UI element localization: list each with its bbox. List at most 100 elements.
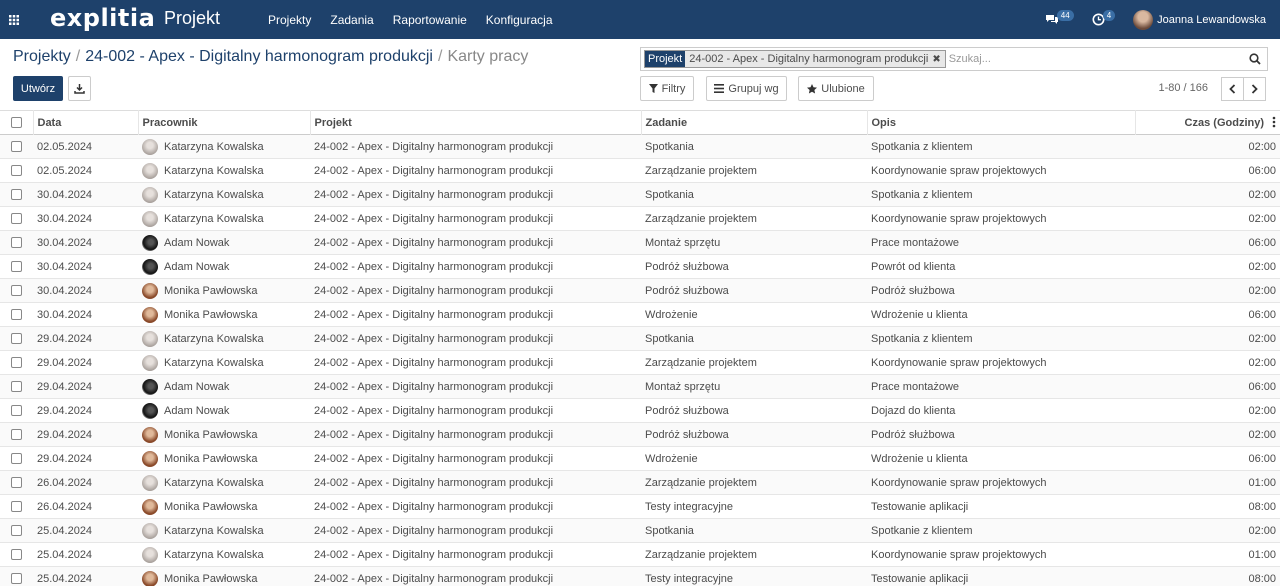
cell-hours: 02:00 (1248, 188, 1276, 201)
create-button[interactable]: Utwórz (13, 76, 63, 101)
cell-hours: 06:00 (1248, 236, 1276, 249)
column-header-hours[interactable]: Czas (Godziny) (1134, 110, 1280, 135)
menu-item-projekty[interactable]: Projekty (268, 13, 311, 27)
row-checkbox[interactable] (11, 405, 22, 417)
table-row[interactable]: 25.04.2024 Katarzyna Kowalska 24-002 - Ape… (0, 518, 1280, 543)
table-row[interactable]: 29.04.2024 Monika Pawłowska 24-002 - Apex … (0, 447, 1280, 471)
brand-logo[interactable]: explitia (50, 4, 155, 32)
column-header-project[interactable]: Projekt (309, 110, 641, 135)
row-checkbox[interactable] (11, 357, 22, 369)
table-row[interactable]: 29.04.2024 Adam Nowak 24-002 - Apex - Digi… (0, 374, 1280, 399)
menu-item-raportowanie[interactable]: Raportowanie (393, 13, 467, 27)
cell-project: 24-002 - Apex - Digitalny harmonogram pr… (314, 188, 554, 201)
cell-project: 24-002 - Apex - Digitalny harmonogram pr… (314, 548, 554, 561)
activities-button[interactable]: 4 (1092, 10, 1116, 26)
filters-button[interactable]: Filtry (640, 76, 694, 101)
cell-hours: 02:00 (1248, 332, 1276, 345)
cell-employee: Katarzyna Kowalska (138, 543, 310, 567)
breadcrumb-project[interactable]: 24-002 - Apex - Digitalny harmonogram pr… (85, 48, 433, 66)
row-checkbox[interactable] (11, 477, 22, 489)
pager-next-button[interactable] (1243, 77, 1266, 101)
employee-info: Katarzyna Kowalska (142, 330, 306, 347)
pager-previous-button[interactable] (1221, 77, 1244, 101)
column-header-employee[interactable]: Pracownik (137, 110, 310, 135)
table-row[interactable]: 30.04.2024 Monika Pawłowska 24-002 - Apex … (0, 303, 1280, 327)
row-select-cell (0, 543, 33, 567)
table-row[interactable]: 25.04.2024 Katarzyna Kowalska 24-002 - Ape… (0, 543, 1280, 567)
employee-name: Katarzyna Kowalska (164, 524, 264, 537)
pager-value[interactable]: 1-80 / 166 (1158, 82, 1208, 94)
row-checkbox[interactable] (11, 189, 22, 201)
menu-item-konfiguracja[interactable]: Konfiguracja (486, 13, 553, 27)
row-checkbox[interactable] (11, 165, 22, 177)
cell-task: Zarządzanie projektem (645, 212, 757, 225)
table-row[interactable]: 30.04.2024 Adam Nowak 24-002 - Apex - Digi… (0, 230, 1280, 255)
cell-employee: Monika Pawłowska (138, 279, 310, 303)
cell-description: Powrót od klienta (871, 260, 956, 273)
employee-info: Katarzyna Kowalska (142, 474, 306, 491)
table-row[interactable]: 26.04.2024 Monika Pawłowska 24-002 - Apex … (0, 495, 1280, 519)
facet-remove-icon[interactable]: ✖ (932, 51, 945, 67)
top-navbar: explitia Projekt Projekty Zadania Raport… (0, 0, 1280, 39)
row-checkbox[interactable] (11, 141, 22, 153)
column-header-description[interactable]: Opis (866, 110, 1135, 135)
column-header-task[interactable]: Zadanie (640, 110, 867, 135)
user-menu[interactable]: Joanna Lewandowska (1133, 9, 1266, 30)
row-checkbox[interactable] (11, 573, 22, 585)
cell-date: 29.04.2024 (37, 332, 93, 345)
cell-employee: Adam Nowak (138, 375, 310, 399)
table-row[interactable]: 29.04.2024 Katarzyna Kowalska 24-002 - Ape… (0, 326, 1280, 351)
download-button[interactable] (68, 76, 91, 101)
employee-info: Adam Nowak (142, 234, 306, 251)
row-checkbox[interactable] (11, 213, 22, 225)
employee-info: Katarzyna Kowalska (142, 354, 306, 371)
table-row[interactable]: 26.04.2024 Katarzyna Kowalska 24-002 - Ape… (0, 470, 1280, 495)
favorites-button[interactable]: Ulubione (798, 76, 874, 101)
employee-avatar (142, 498, 158, 515)
cell-date: 29.04.2024 (37, 380, 93, 393)
row-checkbox[interactable] (11, 525, 22, 537)
breadcrumb-projekty[interactable]: Projekty (13, 48, 71, 66)
employee-avatar (142, 378, 158, 395)
row-checkbox[interactable] (11, 381, 22, 393)
row-checkbox[interactable] (11, 285, 22, 297)
table-row[interactable]: 02.05.2024 Katarzyna Kowalska 24-002 - Ape… (0, 134, 1280, 159)
row-checkbox[interactable] (11, 261, 22, 273)
search-button[interactable] (1243, 48, 1267, 70)
menu-item-zadania[interactable]: Zadania (330, 13, 373, 27)
table-row[interactable]: 29.04.2024 Monika Pawłowska 24-002 - Apex … (0, 422, 1280, 447)
row-checkbox[interactable] (11, 237, 22, 249)
apps-menu-icon[interactable] (0, 0, 28, 39)
table-row[interactable]: 02.05.2024 Katarzyna Kowalska 24-002 - Ape… (0, 159, 1280, 183)
table-row[interactable]: 30.04.2024 Adam Nowak 24-002 - Apex - Digi… (0, 255, 1280, 279)
table-row[interactable]: 30.04.2024 Katarzyna Kowalska 24-002 - Ape… (0, 207, 1280, 231)
table-row[interactable]: 29.04.2024 Katarzyna Kowalska 24-002 - Ape… (0, 351, 1280, 375)
select-all-checkbox[interactable] (10, 117, 22, 129)
cell-task: Spotkania (645, 140, 694, 153)
row-checkbox[interactable] (11, 309, 22, 321)
row-checkbox[interactable] (11, 453, 22, 465)
row-checkbox[interactable] (11, 549, 22, 561)
employee-name: Monika Pawłowska (164, 452, 258, 465)
row-checkbox[interactable] (11, 501, 22, 513)
cell-project: 24-002 - Apex - Digitalny harmonogram pr… (314, 428, 554, 441)
table-row[interactable]: 30.04.2024 Monika Pawłowska 24-002 - Apex … (0, 278, 1280, 303)
table-row[interactable]: 25.04.2024 Monika Pawłowska 24-002 - Apex … (0, 566, 1280, 586)
cell-hours: 06:00 (1248, 380, 1276, 393)
table-row[interactable]: 29.04.2024 Adam Nowak 24-002 - Apex - Digi… (0, 399, 1280, 423)
row-checkbox[interactable] (11, 333, 22, 345)
messages-button[interactable]: 44 (1045, 10, 1074, 26)
table-row[interactable]: 30.04.2024 Katarzyna Kowalska 24-002 - Ape… (0, 182, 1280, 207)
cell-description: Dojazd do klienta (871, 404, 956, 417)
navbar-systray: 44 4 Joanna Lewandowska (1045, 0, 1266, 39)
cell-employee: Monika Pawłowska (138, 447, 310, 471)
row-checkbox[interactable] (11, 429, 22, 441)
cell-description: Koordynowanie spraw projektowych (871, 164, 1047, 177)
group-by-button[interactable]: Grupuj wg (706, 76, 787, 101)
cell-hours: 02:00 (1248, 212, 1276, 225)
list-icon (714, 84, 725, 93)
column-options-icon[interactable] (1272, 116, 1276, 128)
search-input[interactable] (948, 53, 1243, 65)
column-header-date[interactable]: Data (32, 110, 138, 135)
cell-employee: Monika Pawłowska (138, 423, 310, 447)
